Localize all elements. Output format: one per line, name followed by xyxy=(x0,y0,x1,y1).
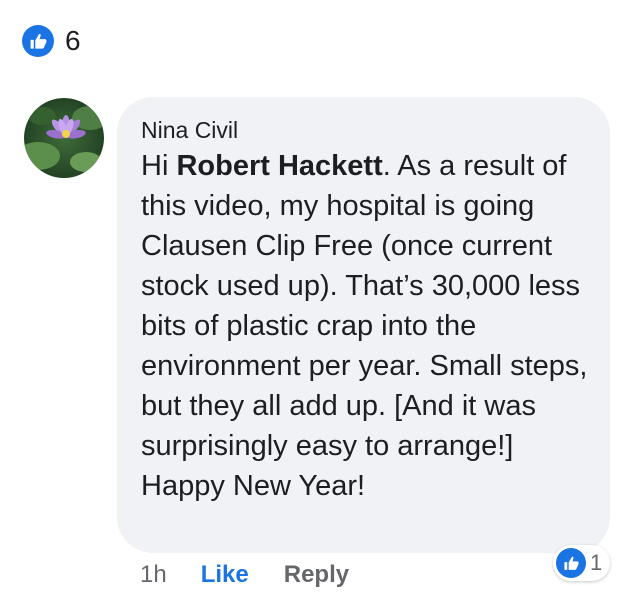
like-icon xyxy=(556,548,586,578)
comment-reaction-count: 1 xyxy=(590,550,603,575)
comment-bubble: Nina Civil Hi Robert Hackett. As a resul… xyxy=(117,97,610,553)
timestamp[interactable]: 1h xyxy=(140,560,167,590)
comment-text-rest: . As a result of this video, my hospital… xyxy=(141,150,588,502)
like-button[interactable]: Like xyxy=(201,560,249,590)
reaction-count: 6 xyxy=(65,25,81,56)
comment-text-start: Hi xyxy=(141,150,177,182)
mention-link[interactable]: Robert Hackett xyxy=(176,150,382,182)
comment-thread: 6 Nina Civil Hi Robert Hackett. As a res… xyxy=(0,0,640,605)
comment-text: Hi Robert Hackett. As a result of this v… xyxy=(141,146,601,506)
comment-actions: 1h Like Reply xyxy=(140,560,349,590)
reactions-summary[interactable]: 6 xyxy=(22,25,81,57)
author-name[interactable]: Nina Civil xyxy=(141,116,590,144)
like-icon xyxy=(22,25,54,57)
avatar[interactable] xyxy=(24,98,104,178)
comment-reactions[interactable]: 1 xyxy=(553,545,611,581)
reply-button[interactable]: Reply xyxy=(284,560,349,590)
